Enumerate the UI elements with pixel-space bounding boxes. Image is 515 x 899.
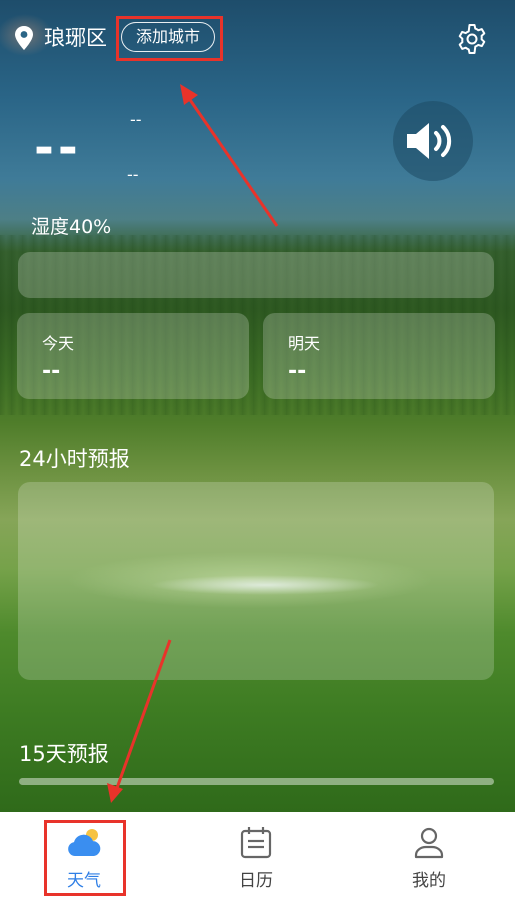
top-bar: 琅琊区 添加城市: [0, 0, 515, 76]
today-card[interactable]: 今天 --: [17, 313, 249, 399]
highlight-box-weather-tab: [44, 820, 126, 896]
speaker-button[interactable]: [393, 101, 473, 181]
today-label: 今天: [42, 334, 75, 353]
person-icon: [411, 826, 447, 860]
tab-calendar[interactable]: 日历: [196, 812, 316, 899]
weather-sub-line-2: --: [127, 165, 139, 184]
tomorrow-value: --: [288, 359, 307, 384]
speaker-icon: [407, 123, 452, 159]
calendar-icon: [238, 826, 274, 860]
tomorrow-card[interactable]: 明天 --: [263, 313, 495, 399]
hourly-forecast-title: 24小时预报: [19, 447, 130, 471]
highlight-box-add-city: [116, 16, 223, 61]
hourly-forecast-panel[interactable]: [18, 482, 494, 680]
weather-detail-panel: [18, 252, 494, 298]
tab-calendar-label: 日历: [239, 871, 273, 891]
daily-forecast-scrollbar[interactable]: [19, 778, 494, 785]
current-temperature: --: [34, 120, 82, 176]
tomorrow-label: 明天: [288, 334, 321, 353]
location-pin-icon: [14, 25, 34, 51]
tab-mine-label: 我的: [412, 871, 446, 891]
city-name[interactable]: 琅琊区: [44, 22, 107, 52]
weather-sub-line-1: --: [130, 110, 142, 129]
humidity-text: 湿度40%: [31, 216, 112, 238]
daily-forecast-title: 15天预报: [19, 742, 109, 766]
tab-mine[interactable]: 我的: [369, 812, 489, 899]
gear-icon[interactable]: [456, 23, 488, 55]
today-value: --: [42, 359, 61, 384]
